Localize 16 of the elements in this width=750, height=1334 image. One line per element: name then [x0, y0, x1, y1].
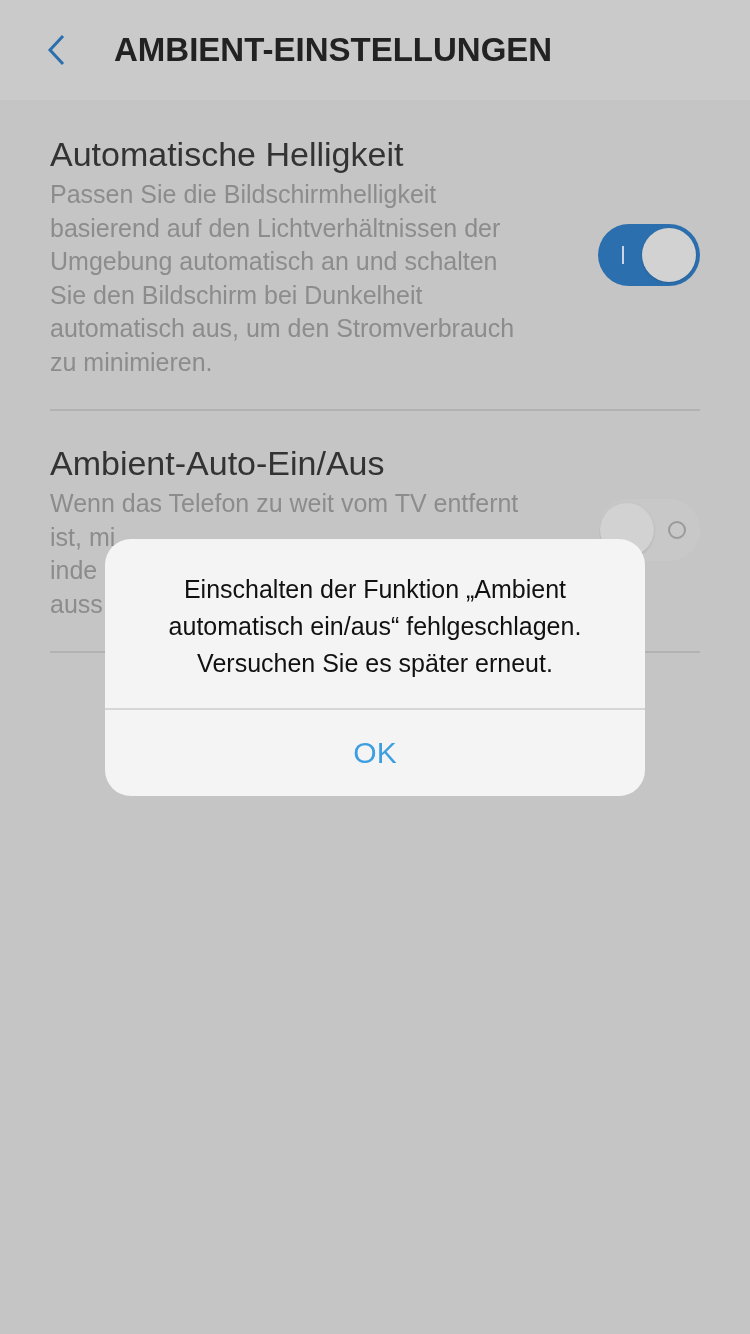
setting-description: Umgebung automatisch an und schalten: [50, 246, 498, 277]
setting-description: zu minimieren.: [50, 346, 213, 378]
setting-description: inde: [50, 555, 98, 586]
setting-title: Automatische Helligkeit: [50, 134, 405, 175]
setting-description: Passen Sie die Bildschirmhelligkeit: [50, 179, 437, 210]
setting-description: Sie den Bildschirm bei Dunkelheit: [50, 279, 423, 311]
setting-description: automatisch aus, um den Stromverbrauch: [50, 313, 515, 344]
back-icon[interactable]: [46, 33, 66, 67]
ok-button[interactable]: OK: [105, 707, 645, 796]
page-title: AMBIENT-EINSTELLUNGEN: [114, 30, 553, 71]
setting-description: Wenn das Telefon zu weit vom TV entfernt: [50, 488, 519, 519]
setting-description: basierend auf den Lichtverhältnissen der: [50, 212, 501, 244]
setting-title: Ambient-Auto-Ein/Aus: [50, 443, 386, 484]
setting-description: ist, mi: [50, 521, 116, 553]
setting-description: auss: [50, 588, 103, 620]
alert-message: Einschalten der Funktion „Ambient automatisch ein/aus“ fehlgeschlagen. Versuchen Sie es später erneut.: [167, 573, 583, 679]
